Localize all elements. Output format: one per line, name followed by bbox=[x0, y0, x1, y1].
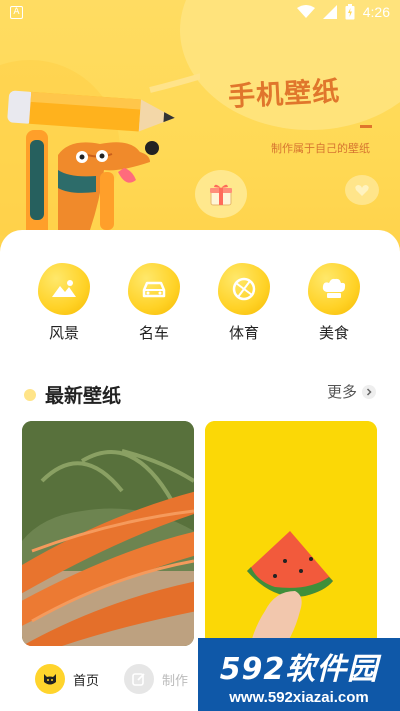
status-icons: 4:26 bbox=[296, 4, 390, 20]
cat-face-icon bbox=[35, 664, 65, 694]
nav-label: 首页 bbox=[73, 673, 100, 689]
heart-icon bbox=[355, 185, 369, 196]
watermark-brand: 592软件园 bbox=[219, 652, 379, 687]
category-row: 风景 名车 体育 美食 bbox=[0, 263, 400, 353]
section-title: 最新壁纸 bbox=[45, 385, 122, 407]
more-label: 更多 bbox=[326, 383, 357, 401]
hero-subtitle: 制作属于自己的壁纸 bbox=[271, 142, 370, 155]
section-dot bbox=[24, 389, 36, 401]
chevron-right-icon bbox=[362, 384, 376, 399]
landscape-icon bbox=[38, 263, 90, 315]
wallpaper-card-watermelon[interactable] bbox=[205, 421, 377, 646]
heart-button[interactable] bbox=[345, 175, 379, 205]
category-landscape[interactable]: 风景 bbox=[29, 263, 99, 343]
more-link[interactable]: 更多 bbox=[327, 381, 376, 402]
signal-icon bbox=[322, 5, 337, 19]
category-label: 体育 bbox=[228, 324, 259, 342]
hero-banner: A 4:26 手机壁纸 制作属于自己的壁纸 bbox=[0, 0, 400, 258]
chef-hat-icon bbox=[308, 263, 360, 315]
watermark-url: www.592xiazai.com bbox=[229, 689, 369, 706]
car-icon bbox=[128, 263, 180, 315]
ball-icon bbox=[218, 263, 270, 315]
hero-title: 手机壁纸 bbox=[227, 76, 341, 113]
category-label: 名车 bbox=[138, 324, 169, 342]
nav-label: 制作 bbox=[162, 673, 189, 689]
battery-icon bbox=[345, 4, 355, 20]
hero-divider bbox=[360, 125, 372, 128]
status-time: 4:26 bbox=[362, 4, 390, 20]
category-cars[interactable]: 名车 bbox=[119, 263, 189, 343]
watermelon-image bbox=[205, 421, 377, 646]
gift-icon bbox=[210, 184, 232, 206]
status-bar: A 4:26 bbox=[0, 0, 400, 26]
category-sports[interactable]: 体育 bbox=[209, 263, 279, 343]
hero-illustration bbox=[7, 73, 200, 258]
nav-make[interactable]: 制作 bbox=[124, 664, 188, 694]
gift-button[interactable] bbox=[195, 170, 247, 218]
category-label: 风景 bbox=[48, 324, 79, 342]
latest-section-header: 最新壁纸 更多 bbox=[0, 378, 400, 408]
wifi-icon bbox=[296, 5, 315, 18]
category-label: 美食 bbox=[318, 324, 349, 342]
nav-home[interactable]: 首页 bbox=[35, 664, 99, 694]
app-notification-icon: A bbox=[10, 6, 23, 19]
site-watermark: 592软件园 www.592xiazai.com bbox=[198, 638, 400, 711]
category-food[interactable]: 美食 bbox=[299, 263, 369, 343]
carrots-image bbox=[22, 421, 194, 646]
edit-icon bbox=[124, 664, 154, 694]
wallpaper-card-carrots[interactable] bbox=[22, 421, 194, 646]
